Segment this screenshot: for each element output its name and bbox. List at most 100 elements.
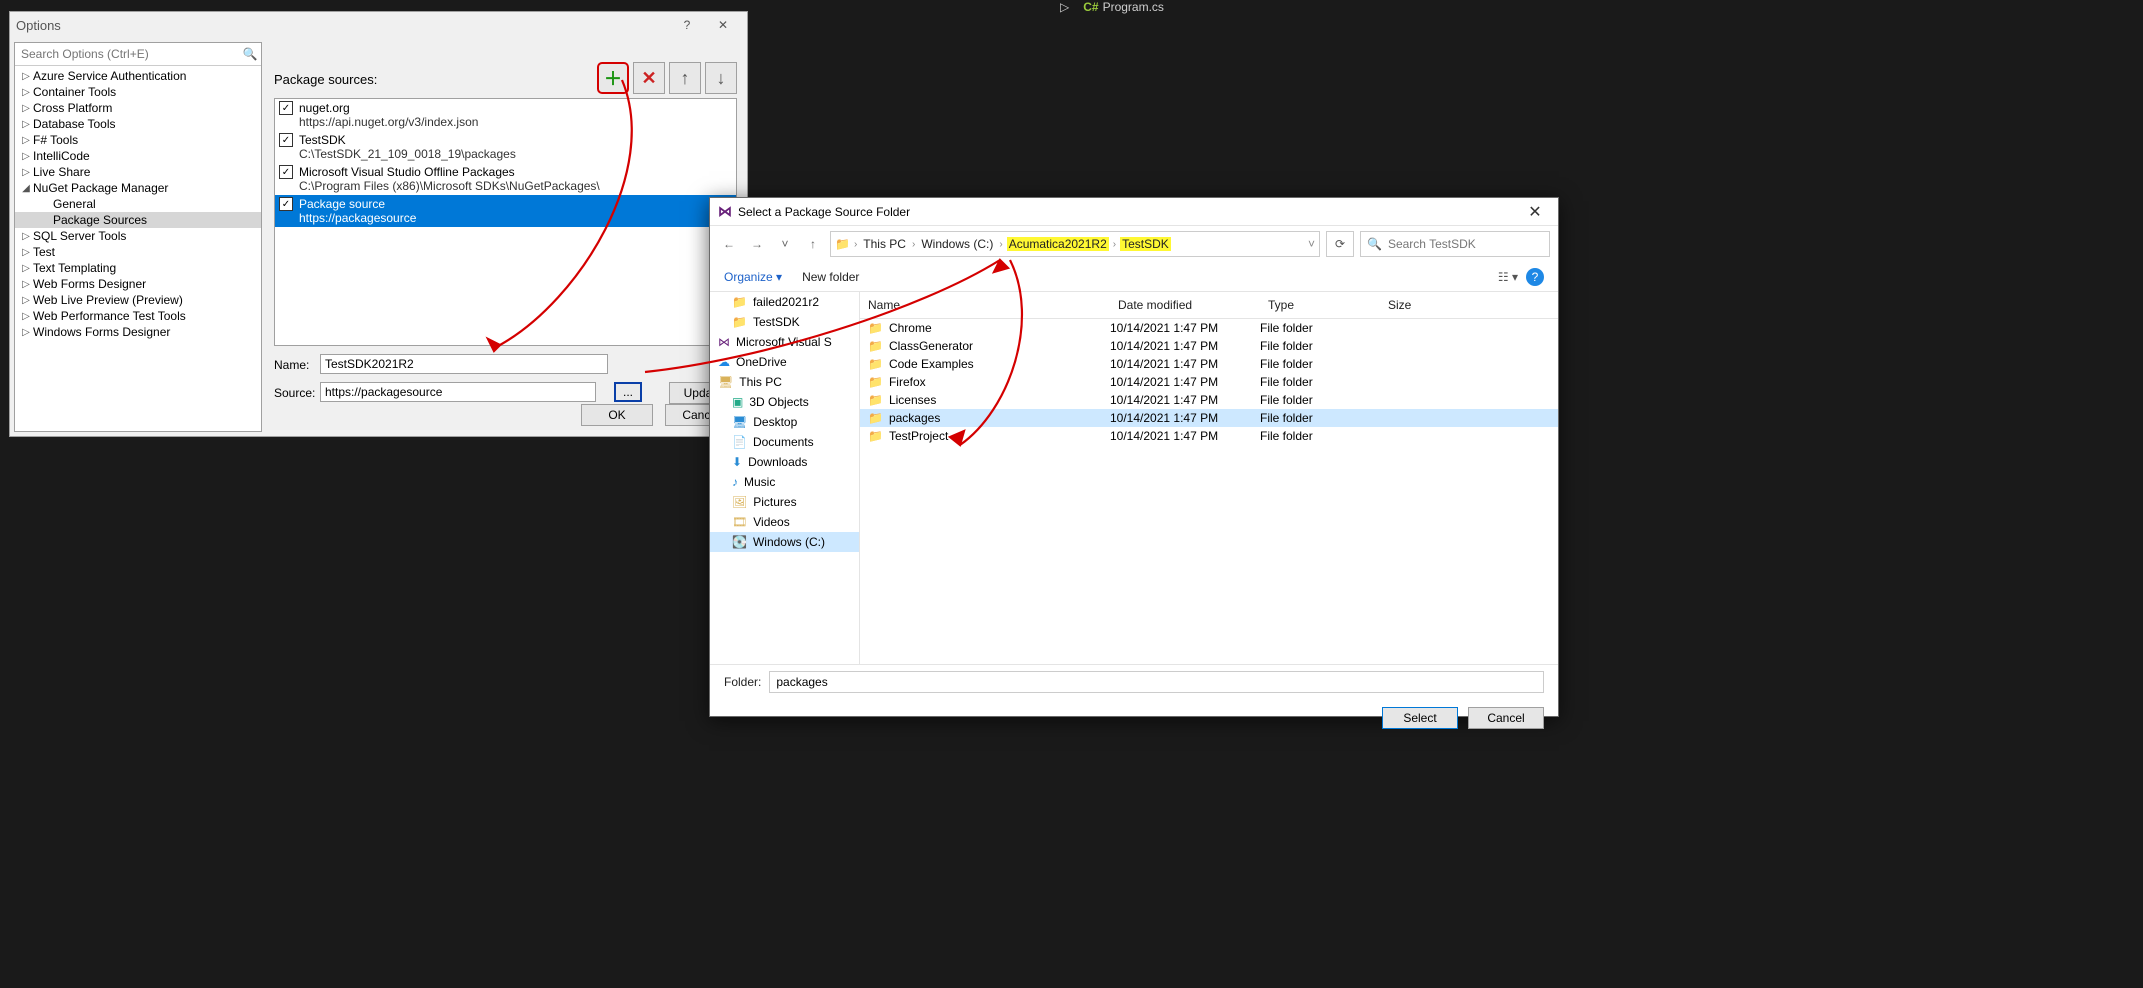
- folder-icon: 📁: [835, 237, 850, 251]
- name-input[interactable]: [320, 354, 608, 374]
- tree-item[interactable]: ▷Database Tools: [15, 116, 261, 132]
- nav-item[interactable]: ▣3D Objects: [710, 392, 859, 412]
- header-type[interactable]: Type: [1260, 292, 1380, 318]
- source-item[interactable]: ✓TestSDKC:\TestSDK_21_109_0018_19\packag…: [275, 131, 736, 163]
- play-icon: ▷: [1060, 0, 1069, 14]
- tree-item[interactable]: ▷Cross Platform: [15, 100, 261, 116]
- picker-cancel-button[interactable]: Cancel: [1468, 707, 1544, 729]
- options-search-input[interactable]: [15, 43, 239, 65]
- header-date[interactable]: Date modified: [1110, 292, 1260, 318]
- file-row[interactable]: 📁Chrome10/14/2021 1:47 PMFile folder: [860, 319, 1558, 337]
- tree-item[interactable]: ▷SQL Server Tools: [15, 228, 261, 244]
- file-row[interactable]: 📁ClassGenerator10/14/2021 1:47 PMFile fo…: [860, 337, 1558, 355]
- checkbox-icon[interactable]: ✓: [279, 197, 293, 211]
- folder-picker-dialog: ⋈ Select a Package Source Folder ✕ ← → ˅…: [709, 197, 1559, 717]
- picker-close-icon[interactable]: ✕: [1520, 202, 1550, 222]
- recent-icon[interactable]: ˅: [774, 233, 796, 255]
- nav-item[interactable]: 📁failed2021r2: [710, 292, 859, 312]
- name-label: Name:: [274, 358, 309, 372]
- tree-item[interactable]: ▷Web Performance Test Tools: [15, 308, 261, 324]
- nav-item[interactable]: 🎞Videos: [710, 512, 859, 532]
- folder-input[interactable]: [769, 671, 1544, 693]
- crumb-testsdk[interactable]: TestSDK: [1120, 237, 1171, 251]
- nav-item[interactable]: 📁TestSDK: [710, 312, 859, 332]
- back-icon[interactable]: ←: [718, 233, 740, 255]
- search-icon[interactable]: 🔍: [239, 47, 261, 61]
- address-bar[interactable]: 📁 › This PC › Windows (C:) › Acumatica20…: [830, 231, 1320, 257]
- remove-source-button[interactable]: ✕: [633, 62, 665, 94]
- refresh-icon[interactable]: ⟳: [1326, 231, 1354, 257]
- tree-item[interactable]: General: [15, 196, 261, 212]
- move-down-button[interactable]: ↓: [705, 62, 737, 94]
- tree-item[interactable]: ▷IntelliCode: [15, 148, 261, 164]
- editor-tab[interactable]: ▷ C# Program.cs: [1060, 0, 1164, 14]
- nav-item[interactable]: 🖥This PC: [710, 372, 859, 392]
- checkbox-icon[interactable]: ✓: [279, 101, 293, 115]
- search-icon: 🔍: [1367, 237, 1382, 251]
- browse-button[interactable]: ...: [614, 382, 642, 402]
- tree-item[interactable]: ▷Windows Forms Designer: [15, 324, 261, 340]
- nav-item[interactable]: ⬇Downloads: [710, 452, 859, 472]
- add-source-button[interactable]: ＋: [597, 62, 629, 94]
- crumb-pc[interactable]: This PC: [861, 237, 908, 251]
- options-title: Options: [16, 18, 669, 33]
- csharp-icon: C#: [1083, 0, 1098, 14]
- nav-item[interactable]: ⋈Microsoft Visual S: [710, 332, 859, 352]
- tree-item[interactable]: ▷F# Tools: [15, 132, 261, 148]
- nav-item[interactable]: 💽Windows (C:): [710, 532, 859, 552]
- header-name[interactable]: Name: [860, 292, 1110, 318]
- file-row[interactable]: 📁Code Examples10/14/2021 1:47 PMFile fol…: [860, 355, 1558, 373]
- source-input[interactable]: [320, 382, 596, 402]
- file-row[interactable]: 📁Firefox10/14/2021 1:47 PMFile folder: [860, 373, 1558, 391]
- sources-list[interactable]: ✓nuget.orghttps://api.nuget.org/v3/index…: [274, 98, 737, 346]
- picker-search-input[interactable]: 🔍 Search TestSDK: [1360, 231, 1550, 257]
- picker-nav-tree[interactable]: 📁failed2021r2📁TestSDK⋈Microsoft Visual S…: [710, 292, 860, 664]
- file-row[interactable]: 📁Licenses10/14/2021 1:47 PMFile folder: [860, 391, 1558, 409]
- move-up-button[interactable]: ↑: [669, 62, 701, 94]
- tree-item[interactable]: ▷Text Templating: [15, 260, 261, 276]
- source-item[interactable]: ✓nuget.orghttps://api.nuget.org/v3/index…: [275, 99, 736, 131]
- tree-item[interactable]: ▷Azure Service Authentication: [15, 68, 261, 84]
- forward-icon[interactable]: →: [746, 233, 768, 255]
- tree-item[interactable]: ▷Web Live Preview (Preview): [15, 292, 261, 308]
- tree-item[interactable]: ▷Test: [15, 244, 261, 260]
- tree-item[interactable]: ◢NuGet Package Manager: [15, 180, 261, 196]
- help-icon[interactable]: ?: [1526, 268, 1544, 286]
- source-item[interactable]: ✓Package sourcehttps://packagesource: [275, 195, 736, 227]
- source-item[interactable]: ✓Microsoft Visual Studio Offline Package…: [275, 163, 736, 195]
- nav-item[interactable]: 📄Documents: [710, 432, 859, 452]
- ok-button[interactable]: OK: [581, 404, 653, 426]
- column-headers[interactable]: Name Date modified Type Size: [860, 292, 1558, 319]
- up-icon[interactable]: ↑: [802, 233, 824, 255]
- options-tree-panel: 🔍 ▷Azure Service Authentication▷Containe…: [14, 42, 262, 432]
- crumb-drive[interactable]: Windows (C:): [919, 237, 995, 251]
- file-row[interactable]: 📁packages10/14/2021 1:47 PMFile folder: [860, 409, 1558, 427]
- checkbox-icon[interactable]: ✓: [279, 165, 293, 179]
- file-row[interactable]: 📁TestProject10/14/2021 1:47 PMFile folde…: [860, 427, 1558, 445]
- view-icon[interactable]: ☷ ▾: [1498, 270, 1518, 284]
- organize-menu[interactable]: Organize ▾: [724, 270, 782, 284]
- tree-item[interactable]: ▷Container Tools: [15, 84, 261, 100]
- checkbox-icon[interactable]: ✓: [279, 133, 293, 147]
- nav-item[interactable]: 🖥Desktop: [710, 412, 859, 432]
- file-list[interactable]: 📁Chrome10/14/2021 1:47 PMFile folder📁Cla…: [860, 319, 1558, 445]
- header-size[interactable]: Size: [1380, 292, 1558, 318]
- nav-item[interactable]: ♪Music: [710, 472, 859, 492]
- picker-title: Select a Package Source Folder: [738, 205, 1520, 219]
- new-folder-button[interactable]: New folder: [802, 270, 859, 284]
- help-icon[interactable]: ?: [669, 18, 705, 32]
- tree-item[interactable]: ▷Web Forms Designer: [15, 276, 261, 292]
- select-button[interactable]: Select: [1382, 707, 1458, 729]
- options-titlebar[interactable]: Options ? ✕: [10, 12, 747, 38]
- close-icon[interactable]: ✕: [705, 18, 741, 32]
- vs-icon: ⋈: [718, 203, 732, 220]
- nav-item[interactable]: ☁OneDrive: [710, 352, 859, 372]
- address-dropdown-icon[interactable]: ˅: [1308, 237, 1315, 251]
- tree-item[interactable]: Package Sources: [15, 212, 261, 228]
- tree-item[interactable]: ▷Live Share: [15, 164, 261, 180]
- options-tree[interactable]: ▷Azure Service Authentication▷Container …: [15, 66, 261, 431]
- tab-filename: Program.cs: [1103, 0, 1164, 14]
- options-dialog: Options ? ✕ 🔍 ▷Azure Service Authenticat…: [9, 11, 748, 437]
- nav-item[interactable]: 🖼Pictures: [710, 492, 859, 512]
- crumb-acumatica[interactable]: Acumatica2021R2: [1007, 237, 1109, 251]
